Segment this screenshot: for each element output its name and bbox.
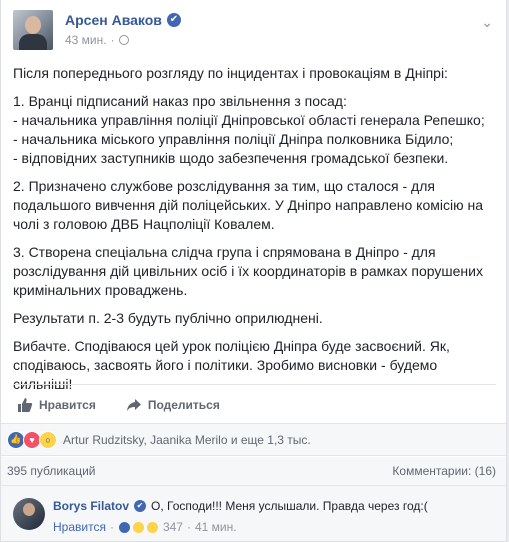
reaction-names[interactable]: Artur Rudzitsky, Jaanika Merilo и еще 1,…	[63, 433, 311, 447]
post-line: розслідування дій цивільних осіб і їх ко…	[13, 263, 483, 279]
like-label: Нравится	[39, 398, 96, 412]
post-stats: 395 публикаций Комментарии: (16)	[1, 457, 506, 485]
post-paragraph: 2. Призначено службове розслідування за …	[13, 177, 495, 234]
chevron-down-icon[interactable]: ⌄	[481, 14, 493, 31]
comment-item: Borys Filatov ✔ О, Господи!!! Меня услыш…	[1, 485, 506, 541]
action-bar: Нравится Поделиться	[13, 392, 496, 418]
post-meta: 43 мин. ·	[65, 33, 129, 47]
commenter-name[interactable]: Borys Filatov	[53, 499, 129, 513]
post-line: 1. Вранці підписаний наказ про звільненн…	[13, 93, 347, 109]
post-text: Після попереднього розгляду по інцидента…	[13, 64, 495, 403]
share-label: Поделиться	[147, 398, 220, 412]
comment-line: Borys Filatov ✔ О, Господи!!! Меня услыш…	[53, 499, 428, 513]
post-line: 2. Призначено службове розслідування за …	[13, 178, 435, 194]
share-arrow-icon	[126, 399, 141, 411]
shares-count[interactable]: 395 публикаций	[7, 464, 96, 478]
post-paragraph: Вибачте. Сподіваюся цей урок поліцією Дн…	[13, 337, 495, 394]
comment-meta: Нравится · 347 · 41 мин.	[53, 520, 237, 534]
post-line: Результати п. 2-3 будуть публічно оприлю…	[13, 310, 323, 326]
author-row: Арсен Аваков ✔	[65, 12, 181, 28]
post-line: кримінальних проваджень.	[13, 282, 188, 298]
author-avatar[interactable]	[13, 10, 53, 50]
comment-time[interactable]: 41 мин.	[195, 520, 237, 534]
verified-icon: ✔	[166, 13, 181, 27]
post-line: подальшого вивчення дій поліцейських. У …	[13, 197, 483, 213]
post-paragraph: Після попереднього розгляду по інцидента…	[13, 64, 495, 83]
comments-count[interactable]: Комментарии: (16)	[392, 464, 496, 478]
post-paragraph: Результати п. 2-3 будуть публічно оприлю…	[13, 309, 495, 328]
post-line: Вибачте. Сподіваюся цей урок поліцією Дн…	[13, 338, 450, 354]
like-button[interactable]: Нравится	[13, 397, 96, 413]
post-card: Арсен Аваков ✔ 43 мин. · ⌄ Після поперед…	[0, 0, 507, 542]
like-reaction-icon	[117, 520, 131, 534]
post-line: 3. Створена спеціальна слідча група і сп…	[13, 244, 436, 260]
globe-icon	[118, 35, 129, 45]
post-paragraph: 1. Вранці підписаний наказ про звільненн…	[13, 92, 495, 168]
commenter-avatar[interactable]	[13, 498, 45, 530]
share-button[interactable]: Поделиться	[122, 397, 220, 413]
post-header: Арсен Аваков ✔ 43 мин. · ⌄	[13, 10, 493, 54]
wow-reaction-icon: ○	[39, 430, 57, 449]
reactions-summary[interactable]: 👍 ♥ ○ Artur Rudzitsky, Jaanika Merilo и …	[1, 423, 506, 456]
post-line: - відповідних заступників щодо забезпече…	[13, 150, 449, 166]
divider	[13, 384, 496, 385]
post-line: - начальника міського управління поліції…	[13, 131, 454, 147]
post-line: - начальника управління поліції Дніпровс…	[13, 112, 485, 128]
post-line: Після попереднього розгляду по інцидента…	[13, 65, 448, 81]
wow-reaction-icon	[145, 520, 159, 534]
post-line: сподіваюсь, засвоять його і політики. Зр…	[13, 357, 438, 373]
post-time[interactable]: 43 мин.	[65, 33, 107, 47]
post-paragraph: 3. Створена спеціальна слідча група і сп…	[13, 243, 495, 300]
comment-like-button[interactable]: Нравится	[53, 520, 106, 534]
post-line: чолі з головою ДВБ Нацполіції Ковалем.	[13, 216, 275, 232]
haha-reaction-icon	[131, 520, 145, 534]
thumbs-up-icon	[18, 398, 33, 412]
comment-reaction-count[interactable]: 347	[163, 520, 183, 534]
comment-text: О, Господи!!! Меня услышали. Правда чере…	[151, 499, 428, 513]
verified-icon: ✔	[134, 500, 147, 512]
author-name[interactable]: Арсен Аваков	[65, 12, 162, 28]
